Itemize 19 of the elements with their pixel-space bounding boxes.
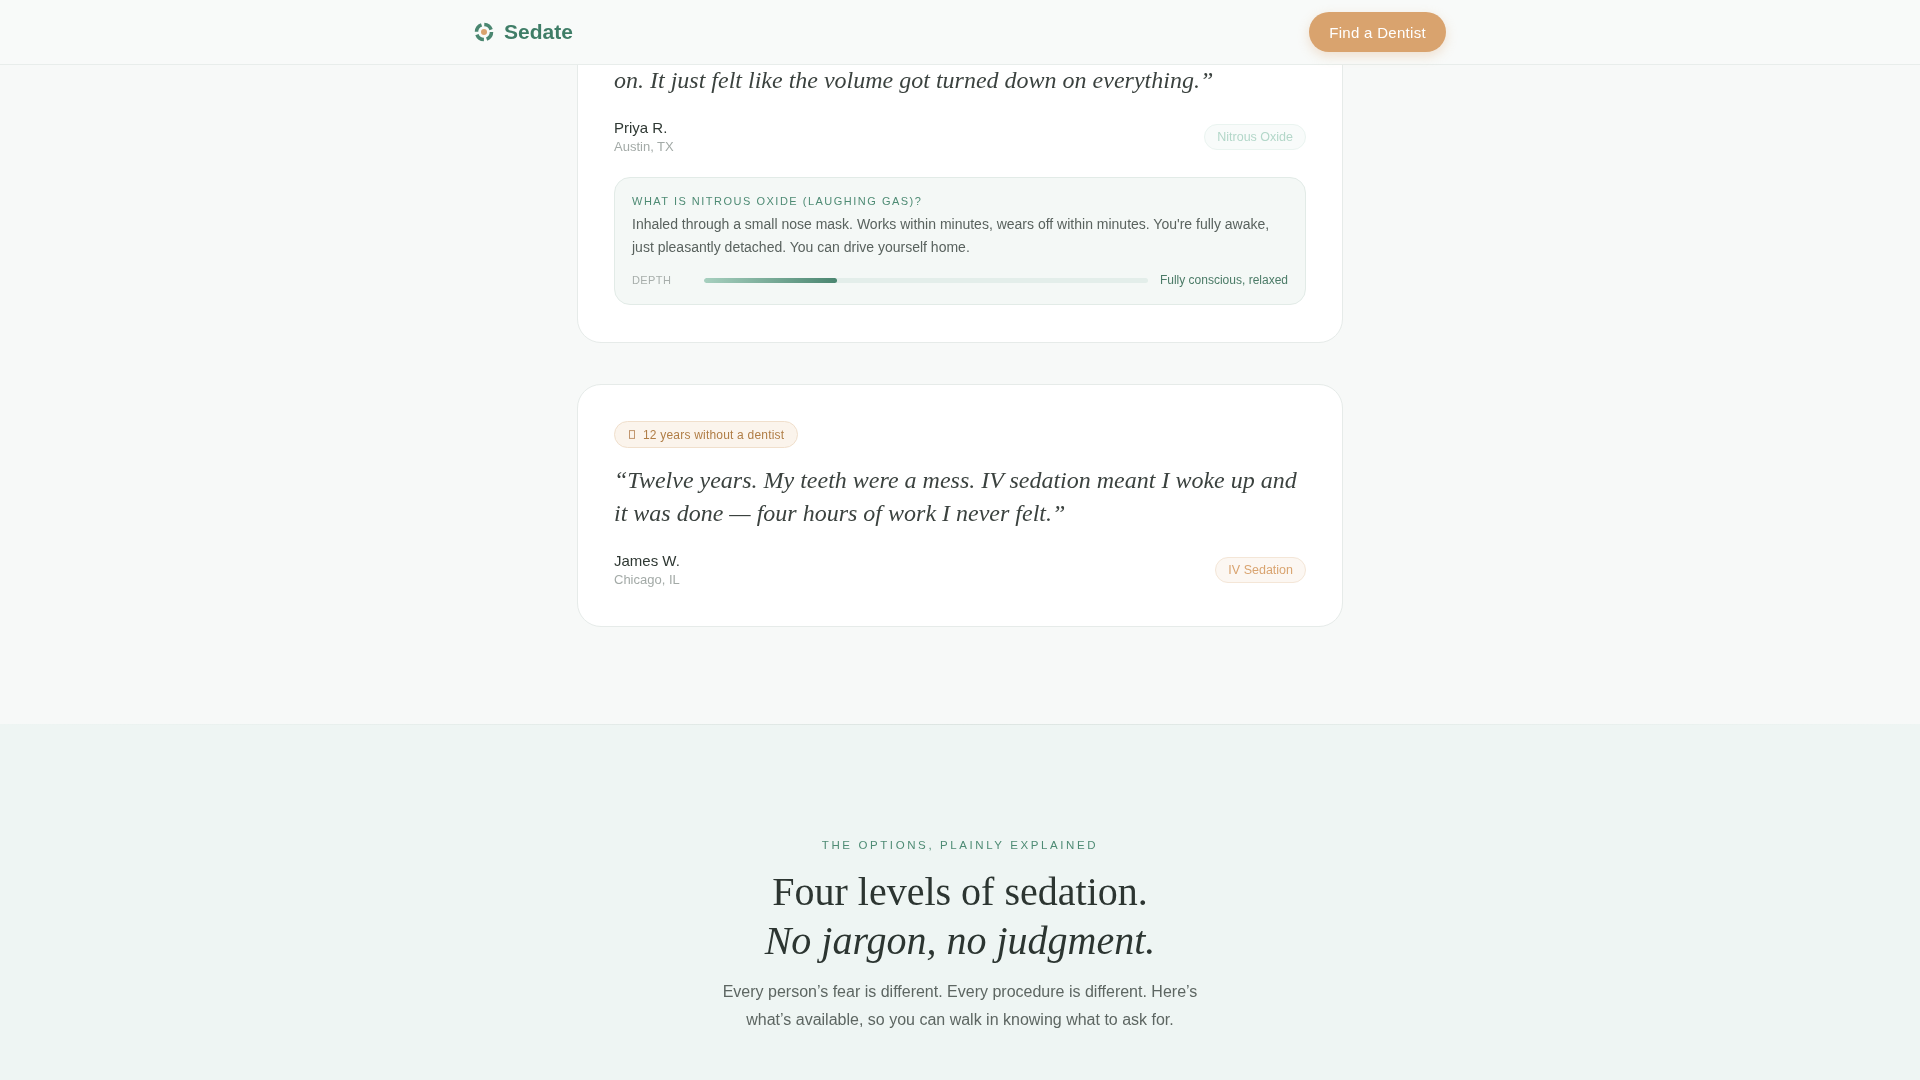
author-location: Austin, TX bbox=[614, 138, 674, 156]
author-location: Chicago, IL bbox=[614, 571, 680, 589]
section-intro: Every person’s fear is different. Every procedure is different. Here’s what’s available, so you can walk in knowing what to ask for. bbox=[721, 982, 1199, 1030]
section-eyebrow: THE OPTIONS, PLAINLY EXPLAINED bbox=[820, 838, 1100, 853]
author-name: Priya R. bbox=[614, 118, 669, 138]
testimonial-quote: “Twelve years. My teeth were a mess. IV sedation meant I woke up and it was done — four hours of work I never felt.” bbox=[614, 466, 1298, 528]
info-title: WHAT IS NITROUS OXIDE (LAUGHING GAS)? bbox=[632, 194, 924, 209]
tag-text: 12 years without a dentist bbox=[643, 427, 785, 442]
sedation-type-tag: IV Sedation bbox=[1215, 557, 1306, 583]
brand-link[interactable]: Sedate bbox=[474, 20, 573, 44]
section-heading: Four levels of sedation. No jargon, no judgment. bbox=[763, 868, 1157, 965]
sedation-type-tag: Nitrous Oxide bbox=[1204, 124, 1306, 150]
info-text: Inhaled through a small nose mask. Works within minutes, wears off within minutes. You're fully awake, just pleasantly detached. You can drive yourself home. bbox=[632, 215, 1271, 257]
author-name: James W. bbox=[614, 551, 680, 571]
rectangle-outline-icon bbox=[629, 430, 635, 439]
testimonial-quote: on. It just felt like the volume got turned down on everything.” bbox=[614, 66, 1215, 95]
depth-reading: Fully conscious, relaxed bbox=[1159, 273, 1288, 287]
logo-icon bbox=[474, 22, 494, 42]
depth-label: DEPTH bbox=[632, 274, 673, 286]
